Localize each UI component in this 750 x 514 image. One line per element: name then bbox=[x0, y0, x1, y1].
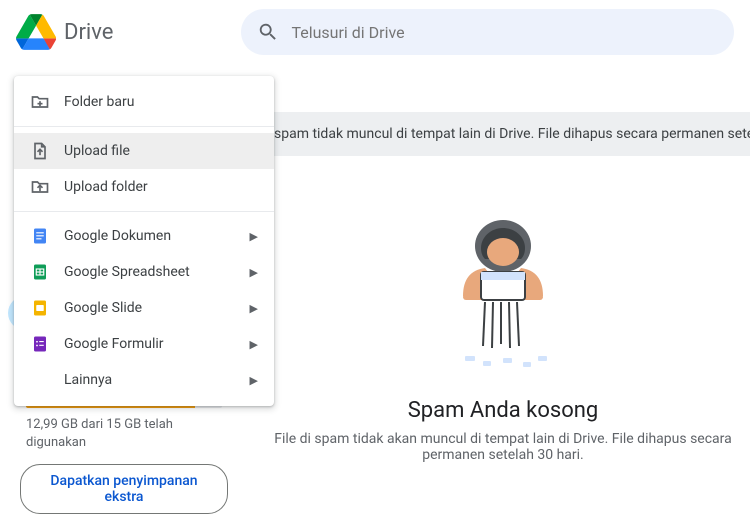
empty-state: Spam Anda kosong File di spam tidak akan… bbox=[256, 216, 750, 463]
new-context-menu: Folder baru Upload file Upload folder Go… bbox=[14, 76, 274, 406]
upload-file-icon bbox=[30, 141, 50, 161]
get-storage-button[interactable]: Dapatkan penyimpanan ekstra bbox=[20, 464, 228, 514]
header: Drive bbox=[0, 0, 750, 64]
product-name: Drive bbox=[64, 20, 113, 45]
slides-icon bbox=[30, 299, 50, 317]
search-icon bbox=[257, 21, 279, 43]
chevron-right-icon: ▶ bbox=[250, 338, 258, 351]
menu-more[interactable]: Lainnya ▶ bbox=[14, 362, 274, 398]
menu-google-docs[interactable]: Google Dokumen ▶ bbox=[14, 218, 274, 254]
drive-logo-icon bbox=[16, 12, 56, 52]
new-folder-icon bbox=[30, 92, 50, 112]
upload-folder-icon bbox=[30, 177, 50, 197]
menu-label: Folder baru bbox=[64, 94, 134, 110]
menu-label: Lainnya bbox=[64, 372, 112, 388]
menu-label: Google Spreadsheet bbox=[64, 264, 190, 280]
main-content: spam tidak muncul di tempat lain di Driv… bbox=[256, 64, 750, 463]
search-bar[interactable] bbox=[241, 9, 734, 55]
empty-title: Spam Anda kosong bbox=[256, 398, 750, 423]
logo[interactable]: Drive bbox=[16, 12, 113, 52]
chevron-right-icon: ▶ bbox=[250, 302, 258, 315]
menu-upload-folder[interactable]: Upload folder bbox=[14, 169, 274, 205]
menu-label: Google Slide bbox=[64, 300, 142, 316]
search-input[interactable] bbox=[291, 23, 718, 42]
menu-google-forms[interactable]: Google Formulir ▶ bbox=[14, 326, 274, 362]
menu-label: Google Formulir bbox=[64, 336, 164, 352]
chevron-right-icon: ▶ bbox=[250, 374, 258, 387]
menu-google-slides[interactable]: Google Slide ▶ bbox=[14, 290, 274, 326]
menu-google-sheets[interactable]: Google Spreadsheet ▶ bbox=[14, 254, 274, 290]
menu-label: Upload folder bbox=[64, 179, 148, 195]
menu-upload-file[interactable]: Upload file bbox=[14, 133, 274, 169]
sheets-icon bbox=[30, 263, 50, 281]
empty-subtitle: File di spam tidak akan muncul di tempat… bbox=[256, 431, 750, 463]
menu-label: Upload file bbox=[64, 143, 130, 159]
menu-label: Google Dokumen bbox=[64, 228, 171, 244]
menu-separator bbox=[14, 211, 274, 212]
docs-icon bbox=[30, 227, 50, 245]
info-banner: spam tidak muncul di tempat lain di Driv… bbox=[256, 112, 750, 156]
chevron-right-icon: ▶ bbox=[250, 230, 258, 243]
forms-icon bbox=[30, 335, 50, 353]
menu-new-folder[interactable]: Folder baru bbox=[14, 84, 274, 120]
chevron-right-icon: ▶ bbox=[250, 266, 258, 279]
storage-used-text: 12,99 GB dari 15 GB telah digunakan bbox=[26, 416, 222, 452]
menu-separator bbox=[14, 126, 274, 127]
empty-illustration-icon bbox=[403, 216, 603, 376]
